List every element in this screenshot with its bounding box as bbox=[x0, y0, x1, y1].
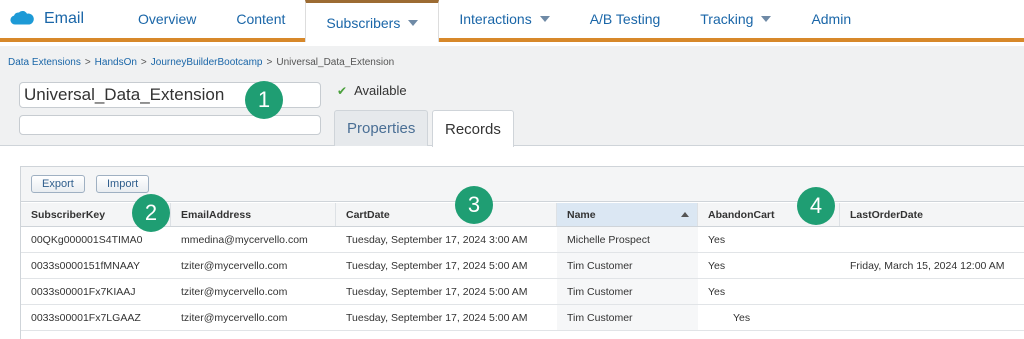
breadcrumb-journeybuilderbootcamp[interactable]: JourneyBuilderBootcamp bbox=[151, 57, 263, 68]
nav-label: Subscribers bbox=[326, 14, 401, 31]
top-navigation: Email Overview Content Subscribers Inter… bbox=[0, 0, 1024, 42]
chevron-down-icon bbox=[408, 19, 419, 26]
export-button[interactable]: Export bbox=[31, 175, 85, 193]
table-row[interactable]: 0033s00001Fx7LGAAZ tziter@mycervello.com… bbox=[21, 305, 1024, 331]
nav-label: Tracking bbox=[700, 11, 754, 27]
nav-admin[interactable]: Admin bbox=[791, 0, 871, 38]
checkmark-icon: ✔ bbox=[337, 84, 348, 98]
nav-interactions[interactable]: Interactions bbox=[439, 0, 569, 38]
cell-subscriberkey: 0033s00001Fx7LGAAZ bbox=[31, 311, 141, 324]
nav-subscribers[interactable]: Subscribers bbox=[305, 0, 440, 42]
step-marker-4: 4 bbox=[797, 187, 835, 225]
records-content: Export Import SubscriberKey EmailAddress… bbox=[0, 147, 1024, 339]
cell-name: Tim Customer bbox=[557, 253, 698, 278]
cell-abandoncart: Yes bbox=[708, 233, 726, 246]
tab-label: Properties bbox=[347, 120, 416, 137]
cell-lastorderdate bbox=[840, 305, 1024, 330]
cell-abandoncart: Yes bbox=[708, 285, 726, 298]
salesforce-cloud-icon bbox=[10, 11, 34, 25]
nav-overview[interactable]: Overview bbox=[118, 0, 216, 38]
nav-content[interactable]: Content bbox=[216, 0, 305, 38]
breadcrumb-data-extensions[interactable]: Data Extensions bbox=[8, 57, 81, 68]
chevron-down-icon bbox=[761, 16, 772, 22]
tab-label: Records bbox=[445, 120, 501, 138]
cell-emailaddress: mmedina@mycervello.com bbox=[181, 233, 308, 246]
extension-description-input[interactable] bbox=[19, 115, 321, 135]
cell-lastorderdate bbox=[840, 279, 1024, 304]
column-header-cartdate[interactable]: CartDate bbox=[336, 203, 557, 226]
breadcrumb: Data Extensions > HandsOn > JourneyBuilderBo… bbox=[8, 57, 394, 68]
records-toolbar: Export Import bbox=[21, 167, 1024, 202]
table-header-row: SubscriberKey EmailAddress CartDate Name… bbox=[21, 203, 1024, 227]
step-marker-3: 3 bbox=[455, 186, 493, 224]
breadcrumb-current: Universal_Data_Extension bbox=[276, 57, 395, 68]
nav-label: Admin bbox=[811, 11, 852, 27]
status-text: Available bbox=[354, 83, 407, 98]
app-name: Email bbox=[44, 10, 85, 27]
nav-label: Interactions bbox=[459, 11, 532, 27]
nav-tracking[interactable]: Tracking bbox=[680, 0, 791, 38]
cell-lastorderdate: Friday, March 15, 2024 12:00 AM bbox=[850, 259, 1005, 272]
nav-label: Overview bbox=[138, 11, 197, 27]
step-marker-1: 1 bbox=[245, 81, 283, 119]
column-header-label: Name bbox=[567, 208, 596, 221]
step-marker-2: 2 bbox=[132, 194, 170, 232]
cell-cartdate: Tuesday, September 17, 2024 5:00 AM bbox=[346, 285, 528, 298]
cell-emailaddress: tziter@mycervello.com bbox=[181, 285, 288, 298]
cell-cartdate: Tuesday, September 17, 2024 3:00 AM bbox=[346, 233, 528, 246]
nav-label: A/B Testing bbox=[589, 11, 661, 27]
breadcrumb-separator: > bbox=[266, 57, 273, 68]
table-row[interactable]: 00QKg000001S4TIMA0 mmedina@mycervello.co… bbox=[21, 227, 1024, 253]
cell-cartdate: Tuesday, September 17, 2024 5:00 AM bbox=[346, 259, 528, 272]
app-logo[interactable]: Email bbox=[0, 0, 118, 38]
column-header-lastorderdate[interactable]: LastOrderDate bbox=[840, 203, 1024, 226]
chevron-down-icon bbox=[539, 16, 550, 22]
nav-ab-testing[interactable]: A/B Testing bbox=[570, 0, 681, 38]
cell-emailaddress: tziter@mycervello.com bbox=[181, 259, 288, 272]
records-table: SubscriberKey EmailAddress CartDate Name… bbox=[21, 203, 1024, 331]
cell-subscriberkey: 0033s0000151fMNAAY bbox=[31, 259, 140, 272]
cell-abandoncart: Yes bbox=[708, 259, 726, 272]
cell-subscriberkey: 0033s00001Fx7KIAAJ bbox=[31, 285, 136, 298]
cell-cartdate: Tuesday, September 17, 2024 5:00 AM bbox=[346, 311, 528, 324]
cell-abandoncart: Yes bbox=[733, 311, 751, 324]
tab-records[interactable]: Records bbox=[432, 110, 514, 147]
cell-lastorderdate bbox=[840, 227, 1024, 252]
cell-name: Michelle Prospect bbox=[557, 227, 698, 252]
breadcrumb-separator: > bbox=[84, 57, 91, 68]
table-row[interactable]: 0033s00001Fx7KIAAJ tziter@mycervello.com… bbox=[21, 279, 1024, 305]
cell-name: Tim Customer bbox=[557, 279, 698, 304]
nav-label: Content bbox=[236, 11, 286, 27]
cell-name: Tim Customer bbox=[557, 305, 698, 330]
breadcrumb-handson[interactable]: HandsOn bbox=[95, 57, 137, 68]
sort-ascending-icon bbox=[681, 212, 689, 217]
table-row[interactable]: 0033s0000151fMNAAY tziter@mycervello.com… bbox=[21, 253, 1024, 279]
column-header-name[interactable]: Name bbox=[557, 203, 698, 226]
tab-properties[interactable]: Properties bbox=[334, 110, 429, 146]
import-button[interactable]: Import bbox=[96, 175, 150, 193]
cell-emailaddress: tziter@mycervello.com bbox=[181, 311, 288, 324]
records-panel: Export Import SubscriberKey EmailAddress… bbox=[20, 166, 1024, 339]
status-indicator: ✔ Available bbox=[337, 83, 407, 98]
data-extension-header: Data Extensions > HandsOn > JourneyBuilderBo… bbox=[0, 46, 1024, 147]
column-header-emailaddress[interactable]: EmailAddress bbox=[171, 203, 336, 226]
breadcrumb-separator: > bbox=[140, 57, 147, 68]
